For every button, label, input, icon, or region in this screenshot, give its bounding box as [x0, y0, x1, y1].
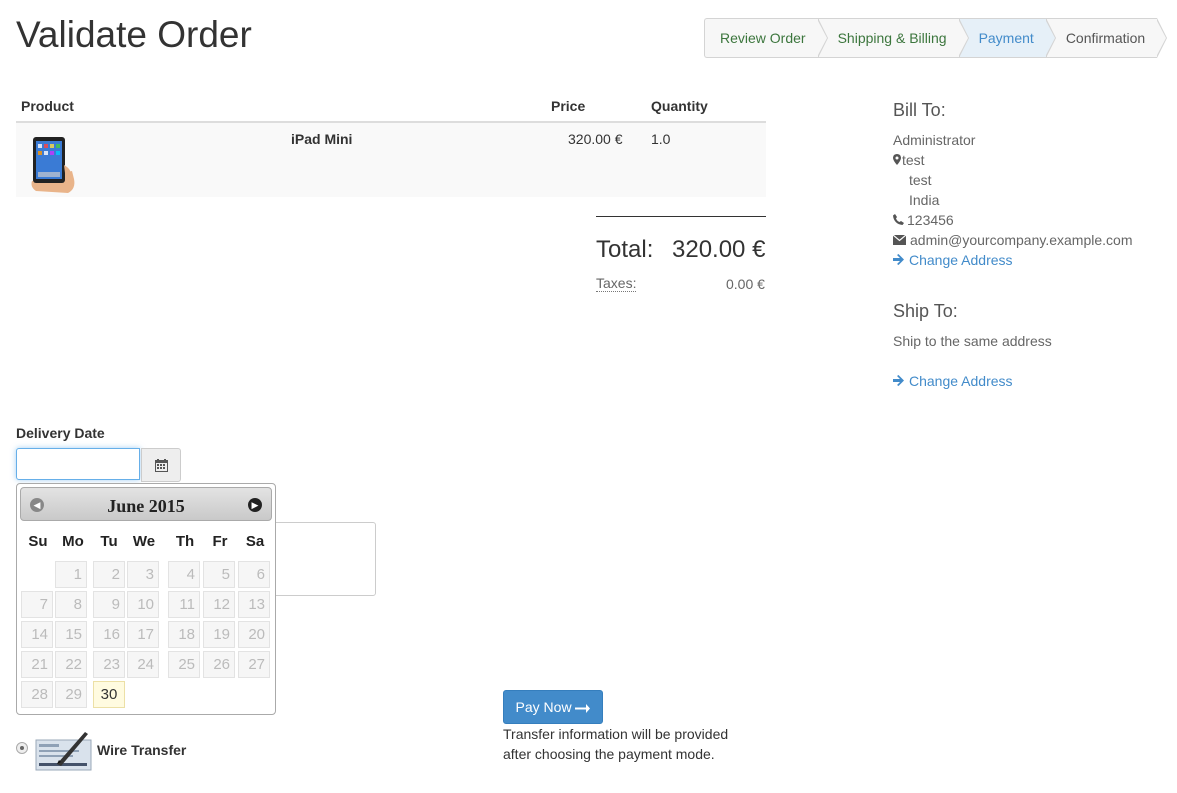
wizard-step-label: Payment [978, 30, 1034, 46]
datepicker-day: 23 [93, 651, 125, 678]
map-marker-icon [893, 152, 902, 168]
datepicker-day: 21 [21, 651, 53, 678]
datepicker-header: ◀ June 2015 ▶ [20, 487, 272, 521]
ship-change-address-link[interactable]: Change Address [893, 373, 1013, 389]
datepicker-day: 10 [127, 591, 159, 618]
product-price: 320.00 € [568, 131, 623, 147]
bill-to-name: Administrator [893, 132, 976, 148]
datepicker-day: 5 [203, 561, 235, 588]
arrow-right-icon [893, 252, 909, 268]
datepicker-weekday: Th [175, 533, 195, 550]
wizard-step-label: Confirmation [1065, 30, 1146, 46]
wizard-step-review-order[interactable]: Review Order [704, 18, 828, 58]
datepicker-day: 3 [127, 561, 159, 588]
datepicker-day: 13 [238, 591, 270, 618]
bill-change-address-link[interactable]: Change Address [893, 252, 1013, 268]
datepicker-day: 6 [238, 561, 270, 588]
table-row: iPad Mini 320.00 € 1.0 [16, 123, 766, 197]
phone-icon [893, 212, 907, 228]
payment-info-line2: after choosing the payment mode. [503, 746, 715, 762]
datepicker-day: 1 [55, 561, 87, 588]
datepicker-day: 29 [55, 681, 87, 708]
product-name[interactable]: iPad Mini [291, 131, 352, 147]
datepicker-day: 18 [168, 621, 200, 648]
datepicker-day: 14 [21, 621, 53, 648]
total-divider [596, 216, 766, 217]
total-label: Total: [596, 236, 654, 263]
datepicker-weekday: Sa [245, 533, 265, 550]
datepicker-day: 26 [203, 651, 235, 678]
product-quantity: 1.0 [651, 131, 671, 147]
address-line1: test [902, 152, 925, 168]
ship-to-heading: Ship To: [893, 301, 958, 321]
column-header-product: Product [21, 98, 74, 114]
total-value: 320.00 € [672, 236, 766, 263]
checkout-wizard: Review Order Shipping & Billing Payment … [704, 18, 1168, 58]
envelope-icon [892, 232, 910, 248]
long-arrow-right-icon [575, 699, 591, 715]
datepicker-day: 9 [93, 591, 125, 618]
datepicker-day: 2 [93, 561, 125, 588]
wizard-step-payment[interactable]: Payment [958, 18, 1056, 58]
datepicker-day-today[interactable]: 30 [93, 681, 125, 708]
datepicker-day: 16 [93, 621, 125, 648]
datepicker-popup: ◀ June 2015 ▶ Su Mo Tu We Th Fr Sa 1 2 3 4 5 6 7 8 9 10… [16, 483, 276, 715]
change-address-label: Change Address [909, 252, 1013, 268]
datepicker-day: 19 [203, 621, 235, 648]
datepicker-weekday: We [132, 533, 156, 550]
datepicker-day: 17 [127, 621, 159, 648]
delivery-date-input[interactable] [16, 448, 140, 480]
datepicker-day: 20 [238, 621, 270, 648]
datepicker-day: 8 [55, 591, 87, 618]
datepicker-month-title: June 2015 [107, 496, 185, 516]
payment-info-line1: Transfer information will be provided [503, 726, 729, 742]
page-title: Validate Order [16, 14, 252, 55]
wizard-step-label: Shipping & Billing [837, 30, 947, 46]
column-header-quantity: Quantity [651, 98, 708, 114]
taxes-label: Taxes: [596, 275, 637, 292]
arrow-right-icon [893, 373, 909, 389]
wire-transfer-radio[interactable] [16, 742, 28, 754]
datepicker-day: 27 [238, 651, 270, 678]
bill-to-address: test [893, 152, 925, 168]
wire-transfer-logo [35, 730, 93, 775]
datepicker-day: 15 [55, 621, 87, 648]
bill-to-heading: Bill To: [893, 100, 946, 120]
column-header-price: Price [551, 98, 586, 114]
datepicker-day: 25 [168, 651, 200, 678]
circle-triangle-right-icon[interactable]: ▶ [248, 498, 262, 512]
bill-to-email: admin@yourcompany.example.com [892, 232, 1133, 248]
datepicker-weekday: Tu [100, 533, 118, 550]
datepicker-weekday: Fr [212, 533, 228, 550]
calendar-button[interactable] [141, 448, 181, 482]
wizard-step-confirmation: Confirmation [1045, 18, 1168, 58]
datepicker-weekday: Mo [62, 533, 84, 550]
wire-transfer-label[interactable]: Wire Transfer [97, 742, 186, 758]
datepicker-day: 7 [21, 591, 53, 618]
change-address-label: Change Address [909, 373, 1013, 389]
email-address: admin@yourcompany.example.com [910, 232, 1133, 248]
wizard-step-label: Review Order [720, 30, 806, 46]
delivery-date-label: Delivery Date [16, 425, 105, 441]
address-line2: test [909, 172, 932, 188]
datepicker-weekday: Su [28, 533, 48, 550]
datepicker-day: 28 [21, 681, 53, 708]
datepicker-day: 24 [127, 651, 159, 678]
address-country: India [909, 192, 940, 208]
calendar-icon [155, 459, 168, 475]
datepicker-day: 11 [168, 591, 200, 618]
phone-number: 123456 [907, 212, 954, 228]
datepicker-day: 22 [55, 651, 87, 678]
wizard-step-shipping-billing[interactable]: Shipping & Billing [817, 18, 969, 58]
taxes-value: 0.00 € [726, 276, 765, 292]
bill-to-phone: 123456 [893, 212, 954, 228]
datepicker-day: 12 [203, 591, 235, 618]
pay-now-button[interactable]: Pay Now [503, 690, 603, 724]
datepicker-day: 4 [168, 561, 200, 588]
ipad-mini-image[interactable] [28, 135, 78, 196]
ship-to-text: Ship to the same address [893, 333, 1052, 349]
pay-now-label: Pay Now [515, 699, 572, 715]
